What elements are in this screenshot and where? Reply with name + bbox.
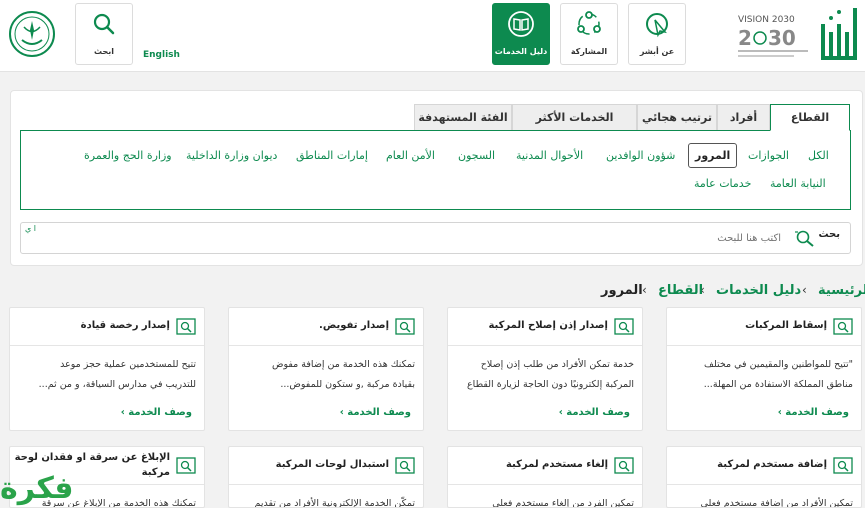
service-card[interactable]: إصدار رخصة قيادة تتيح للمستخدمين عملية ح… <box>9 307 205 431</box>
card-description: تمكنك هذه الخدمة من إضافة مفوض بقيادة مرك… <box>271 359 415 390</box>
card-header: إصدار إذن إصلاح المركبة <box>448 308 642 346</box>
service-search-icon <box>176 457 196 474</box>
info-pointer-icon <box>646 13 668 38</box>
breadcrumb-home[interactable]: الرئيسية <box>818 283 865 298</box>
category-public-security[interactable]: الأمن العام <box>386 149 435 162</box>
svg-text:2: 2 <box>738 26 752 50</box>
category-list <box>20 130 851 210</box>
card-title: الإبلاغ عن سرقة او فقدان لوحة <box>14 452 170 463</box>
card-header: إضافة مستخدم لمركبة <box>667 447 861 485</box>
service-card[interactable]: إصدار إذن إصلاح المركبة خدمة تمكن الأفرا… <box>447 307 643 431</box>
book-icon <box>508 11 534 37</box>
saudi-emblem-icon <box>9 11 55 57</box>
category-general-services[interactable]: خدمات عامة <box>694 177 751 190</box>
category-hajj-umrah[interactable]: وزارة الحج والعمرة <box>84 149 172 162</box>
service-search-icon <box>395 318 415 335</box>
category-prisons[interactable]: السجون <box>458 149 495 162</box>
card-header: استبدال لوحات المركبة <box>229 447 423 485</box>
breadcrumb-services-guide[interactable]: دليل الخدمات <box>716 283 801 298</box>
tab-community-members[interactable]: أفراد المجتمع <box>717 104 770 149</box>
search-button[interactable]: بحث <box>818 229 840 240</box>
tab-alphabetical[interactable]: ترتيب هجائي <box>637 104 717 130</box>
breadcrumb-separator: ‹ <box>802 283 807 297</box>
category-expatriates[interactable]: شؤون الوافدين <box>606 149 675 162</box>
service-card[interactable]: استبدال لوحات المركبة تمكّن الخدمة الإلك… <box>228 446 424 508</box>
search-icon <box>795 230 814 247</box>
participation-nav-label: المشاركة <box>570 47 608 56</box>
card-title: إصدار رخصة قيادة <box>80 320 170 331</box>
service-description-link[interactable]: وصف الخدمة › <box>121 407 192 418</box>
top-header: ابحث English دليل الخدمات المشاركة عن أب… <box>0 0 865 72</box>
service-description-link[interactable]: وصف الخدمة › <box>778 407 849 418</box>
card-title: إصدار تفويض. <box>319 320 389 331</box>
card-header: إصدار رخصة قيادة <box>10 308 204 346</box>
card-header: إسقاط المركبات <box>667 308 861 346</box>
service-search-icon <box>395 457 415 474</box>
card-description: تمكين الفرد من إلغاء مستخدم فعلي <box>492 498 634 508</box>
service-card[interactable]: إسقاط المركبات "تتيح للمواطنين والمقيمين… <box>666 307 862 431</box>
category-public-prosecution[interactable]: النيابة العامة <box>770 177 826 190</box>
category-all[interactable]: الكل <box>808 149 829 162</box>
english-language-link[interactable]: English <box>143 50 180 60</box>
card-description: تتيح للمستخدمين عملية حجز موعد للتدريب في… <box>38 359 196 390</box>
card-description: تمكين الأفراد من إضافة مستخدم فعلي <box>700 498 853 508</box>
search-nav-label: ابحث <box>94 47 114 56</box>
search-input[interactable] <box>51 227 781 249</box>
participation-nav-button[interactable]: المشاركة <box>560 3 618 65</box>
card-title: إضافة مستخدم لمركبة <box>717 459 827 470</box>
services-guide-nav-button[interactable]: دليل الخدمات <box>492 3 550 65</box>
tab-sector[interactable]: القطاع <box>770 104 850 131</box>
breadcrumb-current: المرور <box>601 283 643 298</box>
card-header: إلغاء مستخدم لمركبة <box>448 447 642 485</box>
search-nav-button[interactable]: ابحث <box>75 3 133 65</box>
breadcrumb-sector[interactable]: القطاع <box>658 283 703 298</box>
card-header: إصدار تفويض. <box>229 308 423 346</box>
category-civil-affairs[interactable]: الأحوال المدنية <box>516 149 583 162</box>
service-description-link[interactable]: وصف الخدمة › <box>340 407 411 418</box>
service-card[interactable]: إضافة مستخدم لمركبة تمكين الأفراد من إضا… <box>666 446 862 508</box>
vision-2030-logo: VISION 2030 2 30 <box>738 15 808 57</box>
tab-target-group[interactable]: الفئة المستهدفة <box>414 104 512 130</box>
svg-text:30: 30 <box>768 26 796 50</box>
category-regional-emirates[interactable]: إمارات المناطق <box>296 149 368 162</box>
card-title-line2: مركبة <box>141 467 170 478</box>
about-absher-nav-label: عن أبشر <box>639 47 675 56</box>
category-traffic[interactable]: المرور <box>688 143 738 168</box>
search-icon <box>93 13 115 35</box>
services-guide-nav-label: دليل الخدمات <box>494 47 548 56</box>
service-card[interactable]: إلغاء مستخدم لمركبة تمكين الفرد من إلغاء… <box>447 446 643 508</box>
category-interior-ministry-office[interactable]: ديوان وزارة الداخلية <box>186 149 277 162</box>
share-icon <box>577 11 601 35</box>
service-search-icon <box>614 318 634 335</box>
about-absher-nav-button[interactable]: عن أبشر <box>628 3 686 65</box>
card-title: إلغاء مستخدم لمركبة <box>505 459 608 470</box>
card-title: استبدال لوحات المركبة <box>275 459 389 470</box>
fikra-watermark: فكرة <box>0 471 74 506</box>
service-search-icon <box>176 318 196 335</box>
tab-most-used[interactable]: الخدمات الأكثر استخداما <box>512 104 637 149</box>
absher-logo <box>821 8 857 60</box>
service-description-link[interactable]: وصف الخدمة › <box>559 407 630 418</box>
category-passports[interactable]: الجوازات <box>748 149 789 162</box>
service-search-icon <box>833 457 853 474</box>
search-edge-text: ا ي <box>25 224 37 233</box>
card-description: خدمة تمكن الأفراد من طلب إذن إصلاح المركب… <box>467 359 634 390</box>
card-title: إصدار إذن إصلاح المركبة <box>488 320 608 331</box>
service-search-icon <box>614 457 634 474</box>
card-title: إسقاط المركبات <box>745 320 827 331</box>
service-search-icon <box>833 318 853 335</box>
service-card[interactable]: إصدار تفويض. تمكنك هذه الخدمة من إضافة م… <box>228 307 424 431</box>
card-description: تمكّن الخدمة الإلكترونية الأفراد من تقدي… <box>254 498 415 508</box>
service-search-bar: ا ي بحث <box>20 222 851 254</box>
vision-logo-text: VISION 2030 <box>738 15 795 25</box>
card-description: "تتيح للمواطنين والمقيمين في مختلف مناطق … <box>703 359 853 390</box>
